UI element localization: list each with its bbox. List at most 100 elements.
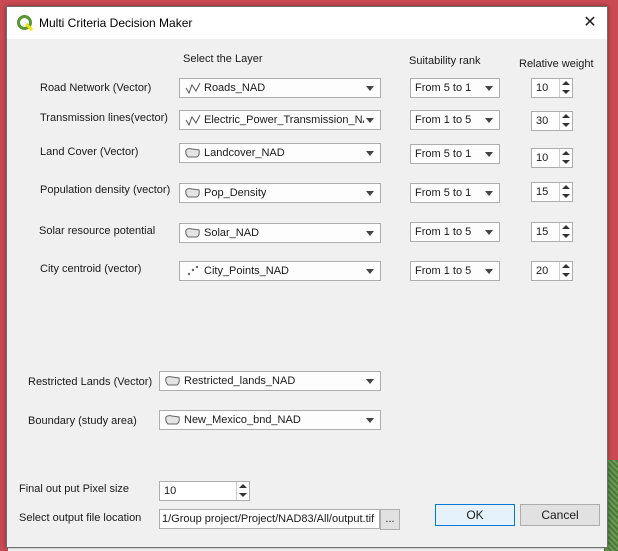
- criterion-label: Land Cover (Vector): [40, 146, 139, 158]
- pixel-size-value: 10: [164, 485, 177, 497]
- spin-buttons[interactable]: [559, 262, 572, 280]
- pixel-size-label: Final out put Pixel size: [19, 483, 130, 495]
- chevron-down-icon: [366, 191, 374, 196]
- weight-value: 15: [536, 186, 549, 198]
- weight-spinbox-transmission[interactable]: 30: [531, 111, 573, 131]
- chevron-down-icon: [366, 418, 374, 423]
- ok-button[interactable]: OK: [435, 504, 515, 526]
- layer-select-roads[interactable]: Roads_NAD: [179, 78, 381, 98]
- layer-select-value: Restricted_lands_NAD: [184, 375, 296, 387]
- rank-value: From 1 to 5: [415, 265, 472, 277]
- layer-select-transmission[interactable]: Electric_Power_Transmission_NAD: [179, 110, 381, 130]
- rank-select-transmission[interactable]: From 1 to 5: [410, 110, 500, 130]
- header-select-layer: Select the Layer: [183, 53, 263, 65]
- output-path-field[interactable]: 1/Group project/Project/NAD83/All/output…: [159, 509, 380, 529]
- weight-spinbox-solar[interactable]: 15: [531, 222, 573, 242]
- criterion-label: Transmission lines(vector): [40, 112, 168, 124]
- rank-value: From 5 to 1: [415, 82, 472, 94]
- weight-value: 10: [536, 152, 549, 164]
- title-bar: Multi Criteria Decision Maker ✕: [7, 7, 607, 39]
- line-layer-icon: [185, 114, 201, 126]
- rank-select-population[interactable]: From 5 to 1: [410, 183, 500, 203]
- chevron-down-icon: [485, 118, 493, 123]
- spin-buttons[interactable]: [559, 223, 572, 241]
- spin-down-icon: [562, 273, 570, 277]
- restricted-label: Restricted Lands (Vector): [28, 376, 153, 388]
- boundary-label: Boundary (study area): [28, 415, 137, 427]
- rank-select-city[interactable]: From 1 to 5: [410, 261, 500, 281]
- chevron-down-icon: [366, 118, 374, 123]
- layer-select-city[interactable]: City_Points_NAD: [179, 261, 381, 281]
- layer-select-value: Roads_NAD: [204, 82, 266, 94]
- layer-select-boundary[interactable]: New_Mexico_bnd_NAD: [159, 410, 381, 430]
- layer-select-solar[interactable]: Solar_NAD: [179, 223, 381, 243]
- spin-up-icon: [562, 264, 570, 268]
- layer-select-value: City_Points_NAD: [204, 265, 289, 277]
- spin-down-icon: [562, 90, 570, 94]
- rank-select-landcover[interactable]: From 5 to 1: [410, 144, 500, 164]
- qgis-logo-icon: [17, 15, 33, 31]
- chevron-down-icon: [366, 86, 374, 91]
- weight-spinbox-roads[interactable]: 10: [531, 78, 573, 98]
- spin-up-icon: [239, 484, 247, 488]
- spin-down-icon: [562, 123, 570, 127]
- spin-up-icon: [562, 185, 570, 189]
- spin-up-icon: [562, 151, 570, 155]
- header-relative-weight: Relative weight: [519, 58, 594, 70]
- chevron-down-icon: [485, 230, 493, 235]
- spin-buttons[interactable]: [559, 79, 572, 97]
- spin-up-icon: [562, 81, 570, 85]
- output-path-value: 1/Group project/Project/NAD83/All/output…: [162, 513, 375, 525]
- browse-button[interactable]: ...: [380, 509, 400, 530]
- spin-buttons[interactable]: [559, 149, 572, 167]
- layer-select-value: New_Mexico_bnd_NAD: [184, 414, 301, 426]
- line-layer-icon: [185, 82, 201, 94]
- rank-value: From 5 to 1: [415, 187, 472, 199]
- weight-spinbox-landcover[interactable]: 10: [531, 148, 573, 168]
- layer-select-restricted[interactable]: Restricted_lands_NAD: [159, 371, 381, 391]
- cancel-button[interactable]: Cancel: [520, 504, 600, 526]
- weight-spinbox-city[interactable]: 20: [531, 261, 573, 281]
- weight-value: 30: [536, 115, 549, 127]
- weight-value: 15: [536, 226, 549, 238]
- layer-select-value: Landcover_NAD: [204, 147, 285, 159]
- layer-select-value: Solar_NAD: [204, 227, 260, 239]
- layer-select-landcover[interactable]: Landcover_NAD: [179, 143, 381, 163]
- chevron-down-icon: [485, 86, 493, 91]
- polygon-layer-icon: [165, 415, 180, 425]
- chevron-down-icon: [485, 191, 493, 196]
- close-button[interactable]: ✕: [573, 7, 607, 39]
- rank-select-roads[interactable]: From 5 to 1: [410, 78, 500, 98]
- close-icon: ✕: [583, 14, 597, 31]
- rank-value: From 5 to 1: [415, 148, 472, 160]
- spin-down-icon: [562, 160, 570, 164]
- spin-buttons[interactable]: [559, 183, 572, 201]
- layer-select-value: Pop_Density: [204, 187, 267, 199]
- layer-select-population[interactable]: Pop_Density: [179, 183, 381, 203]
- spin-buttons[interactable]: [236, 482, 249, 500]
- spin-buttons[interactable]: [559, 112, 572, 130]
- header-suitability-rank: Suitability rank: [409, 55, 481, 67]
- polygon-layer-icon: [165, 376, 180, 386]
- spin-up-icon: [562, 114, 570, 118]
- rank-value: From 1 to 5: [415, 114, 472, 126]
- point-layer-icon: [187, 265, 199, 276]
- rank-select-solar[interactable]: From 1 to 5: [410, 222, 500, 242]
- polygon-layer-icon: [185, 148, 200, 158]
- spin-down-icon: [239, 493, 247, 497]
- weight-value: 10: [536, 82, 549, 94]
- weight-value: 20: [536, 265, 549, 277]
- chevron-down-icon: [366, 151, 374, 156]
- weight-spinbox-population[interactable]: 15: [531, 182, 573, 202]
- chevron-down-icon: [366, 379, 374, 384]
- criterion-label: City centroid (vector): [40, 263, 142, 275]
- spin-down-icon: [562, 194, 570, 198]
- spin-down-icon: [562, 234, 570, 238]
- pixel-size-spinbox[interactable]: 10: [159, 481, 250, 501]
- mcdm-dialog: Multi Criteria Decision Maker ✕ Select t…: [6, 6, 608, 548]
- criterion-label: Solar resource potential: [39, 225, 156, 237]
- chevron-down-icon: [366, 231, 374, 236]
- chevron-down-icon: [366, 269, 374, 274]
- chevron-down-icon: [485, 152, 493, 157]
- chevron-down-icon: [485, 269, 493, 274]
